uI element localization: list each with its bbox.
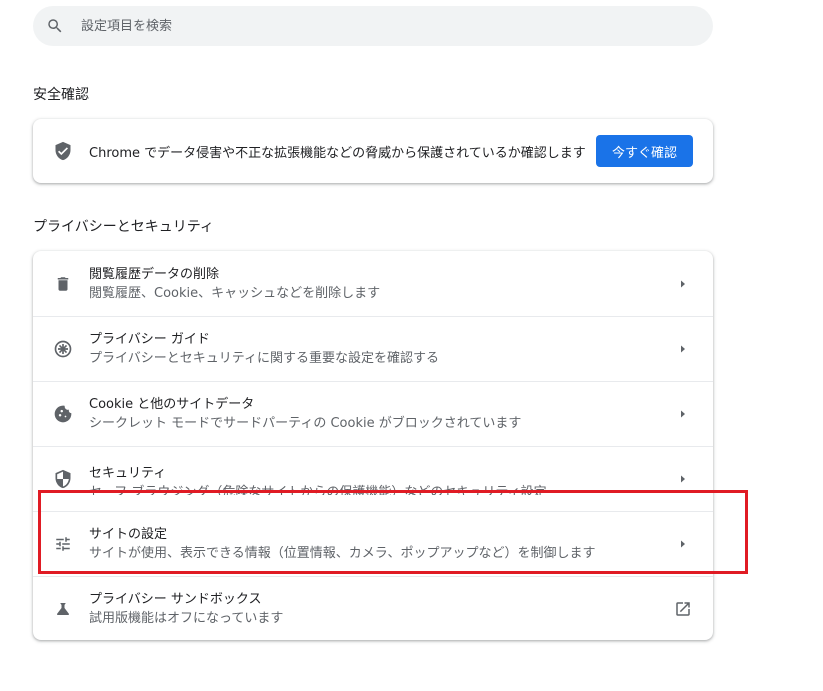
row-title: セキュリティ xyxy=(89,465,167,481)
row-subtitle: セーフ ブラウジング（危険なサイトからの保護機能）などのセキュリティ設定 xyxy=(89,484,547,495)
row-subtitle: プライバシーとセキュリティに関する重要な設定を確認する xyxy=(89,351,439,366)
tune-icon xyxy=(53,534,73,554)
privacy-security-card: 閲覧履歴データの削除 閲覧履歴、Cookie、キャッシュなどを削除します プライ… xyxy=(33,251,713,640)
privacy-security-heading: プライバシーとセキュリティ xyxy=(33,219,214,235)
security-row[interactable]: セキュリティ セーフ ブラウジング（危険なサイトからの保護機能）などのセキュリテ… xyxy=(33,446,713,511)
row-title: プライバシー ガイド xyxy=(89,332,210,347)
trash-icon xyxy=(53,274,73,294)
row-title: プライバシー サンドボックス xyxy=(89,592,262,607)
row-title: Cookie と他のサイトデータ xyxy=(89,397,255,412)
search-input[interactable] xyxy=(79,17,643,35)
search-icon xyxy=(45,16,65,36)
chevron-right-icon xyxy=(673,534,693,554)
check-now-button[interactable]: 今すぐ確認 xyxy=(596,135,693,167)
row-subtitle: シークレット モードでサードパーティの Cookie がブロックされています xyxy=(89,416,522,431)
safety-check-card: Chrome でデータ侵害や不正な拡張機能などの脅威から保護されているか確認しま… xyxy=(33,119,713,183)
shield-check-icon xyxy=(53,141,73,161)
safety-check-description: Chrome でデータ侵害や不正な拡張機能などの脅威から保護されているか確認しま… xyxy=(89,145,586,161)
row-subtitle: サイトが使用、表示できる情報（位置情報、カメラ、ポップアップなど）を制御します xyxy=(89,546,596,561)
row-title: サイトの設定 xyxy=(89,527,168,542)
row-subtitle: 閲覧履歴、Cookie、キャッシュなどを削除します xyxy=(89,285,381,301)
chevron-right-icon xyxy=(673,404,693,424)
cookie-icon xyxy=(53,404,73,424)
settings-page: 安全確認 Chrome でデータ侵害や不正な拡張機能などの脅威から保護されている… xyxy=(0,0,823,691)
site-settings-row[interactable]: サイトの設定 サイトが使用、表示できる情報（位置情報、カメラ、ポップアップなど）… xyxy=(33,511,713,576)
privacy-sandbox-row[interactable]: プライバシー サンドボックス 試用版機能はオフになっています xyxy=(33,576,713,641)
clear-browsing-data-row[interactable]: 閲覧履歴データの削除 閲覧履歴、Cookie、キャッシュなどを削除します xyxy=(33,251,713,316)
row-title: 閲覧履歴データの削除 xyxy=(89,266,220,282)
flask-icon xyxy=(53,599,73,619)
safety-check-heading: 安全確認 xyxy=(33,87,89,103)
cookies-row[interactable]: Cookie と他のサイトデータ シークレット モードでサードパーティの Coo… xyxy=(33,381,713,446)
chevron-right-icon xyxy=(673,339,693,359)
security-shield-icon xyxy=(53,469,73,489)
chevron-right-icon xyxy=(673,469,693,489)
search-bar[interactable] xyxy=(33,6,713,46)
chevron-right-icon xyxy=(673,274,693,294)
privacy-guide-row[interactable]: プライバシー ガイド プライバシーとセキュリティに関する重要な設定を確認する xyxy=(33,316,713,381)
external-link-icon[interactable] xyxy=(673,599,693,619)
compass-icon xyxy=(53,339,73,359)
row-subtitle: 試用版機能はオフになっています xyxy=(89,611,284,626)
